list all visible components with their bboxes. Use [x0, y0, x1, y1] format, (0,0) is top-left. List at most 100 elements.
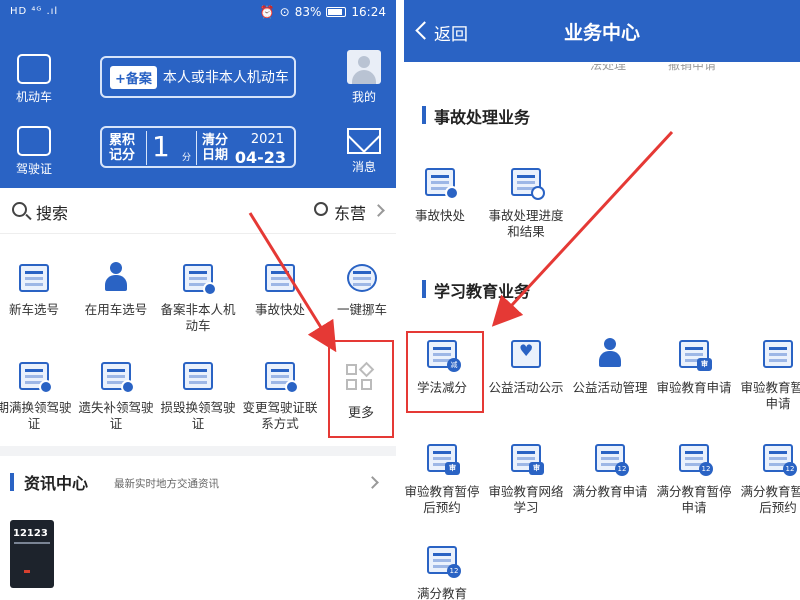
service-full-score-resume[interactable]: 12 满分教育暂停后预约: [738, 442, 800, 516]
thumbnail-logo-text: 12123: [13, 528, 48, 539]
points-value: 1: [152, 130, 170, 163]
register-vehicle-plate[interactable]: +备案 本人或非本人机动车: [100, 56, 296, 98]
news-center-title: 资讯中心: [24, 474, 89, 493]
home-header: HD ⁴ᴳ .ıl ⏰ ⊙ 83% 16:24 机动车 驾驶证 我的 消息 +备…: [0, 0, 396, 188]
right-screenshot: 返回 业务中心 法处理 撤销申请 事故处理业务 事故快处 事故处理进度和结果 学…: [404, 0, 800, 600]
highlight-study-law-box: [406, 331, 484, 413]
service-center-header: 返回 业务中心: [404, 0, 800, 62]
service-accident-progress[interactable]: 事故处理进度和结果: [486, 166, 566, 240]
full-score-card-icon: 12: [591, 442, 629, 476]
location-icon: [314, 202, 328, 216]
grid-item-register-other-vehicle[interactable]: 备案非本人机动车: [160, 262, 236, 334]
alarm-icon: ⏰: [259, 5, 275, 19]
clear-year: 2021: [250, 132, 284, 147]
video-card-icon: 审: [507, 442, 545, 476]
news-thumbnail[interactable]: 12123: [10, 520, 54, 588]
heart-icon: [507, 338, 545, 372]
education-section-title: 学习教育业务: [434, 282, 531, 301]
peek-item: 法处理: [590, 64, 627, 72]
section-accent-bar: [422, 106, 426, 124]
grid-item-used-car-number[interactable]: 在用车选号: [78, 262, 154, 318]
battery-icon: [326, 7, 347, 17]
points-unit: 分: [182, 153, 192, 163]
my-label: 我的: [351, 90, 376, 104]
clear-date: 04-23: [234, 148, 286, 167]
grid-item-move-car[interactable]: 一键挪车: [324, 262, 396, 318]
vehicle-shortcut[interactable]: 机动车: [4, 54, 64, 105]
id-card-icon: [17, 126, 51, 156]
avatar: [347, 50, 381, 84]
peek-item: 撤销申请: [668, 64, 717, 72]
document-car-icon: [179, 262, 217, 296]
chevron-right-icon: [372, 204, 385, 217]
grid-item-new-car-number[interactable]: 新车选号: [0, 262, 72, 318]
accident-icon: [421, 166, 459, 200]
service-review-education-apply[interactable]: 审 审验教育申请: [654, 338, 734, 396]
section-accent-bar: [422, 280, 426, 298]
service-charity-manage[interactable]: 公益活动管理: [570, 338, 650, 396]
grid-item-replace-damaged-license[interactable]: 损毁换领驾驶证: [160, 360, 236, 432]
my-profile-shortcut[interactable]: 我的: [334, 50, 394, 105]
location-pin-icon: ⊙: [279, 5, 290, 19]
register-text: 本人或非本人机动车: [162, 70, 289, 86]
people-car-icon: [97, 262, 135, 296]
service-review-education-online[interactable]: 审 审验教育网络学习: [486, 442, 566, 516]
search-label: 搜索: [36, 204, 69, 223]
chevron-right-icon[interactable]: [366, 476, 379, 489]
license-card-icon: [15, 360, 53, 394]
messages-shortcut[interactable]: 消息: [334, 128, 394, 175]
service-full-score-education[interactable]: 12 满分教育: [404, 544, 482, 600]
more-label: 更多: [347, 406, 374, 421]
search-icon: [12, 202, 27, 217]
more-button-highlight[interactable]: 更多: [328, 340, 394, 438]
accumulated-points-label: 累积记分: [108, 133, 135, 163]
service-review-education-resume[interactable]: 审 审验教育暂停后预约: [404, 442, 482, 516]
page-title: 业务中心: [563, 22, 640, 44]
service-accident-quick[interactable]: 事故快处: [404, 166, 480, 224]
score-plate[interactable]: 累积记分 1 分 清分日期 2021 04-23: [100, 126, 296, 168]
license-shortcut[interactable]: 驾驶证: [4, 126, 64, 177]
service-charity-announce[interactable]: 公益活动公示: [486, 338, 566, 396]
news-center-subtitle: 最新实时地方交通资讯: [114, 478, 219, 490]
license-card-icon: [179, 360, 217, 394]
service-full-score-pause[interactable]: 12 满分教育暂停申请: [654, 442, 734, 516]
person-heart-icon: [591, 338, 629, 372]
clock: 16:24: [351, 5, 386, 19]
car-icon: [17, 54, 51, 84]
section-divider: [0, 446, 396, 456]
news-accent-bar: [10, 473, 14, 491]
status-right: ⏰ ⊙ 83% 16:24: [260, 5, 386, 19]
clock-card-icon: 审: [423, 442, 461, 476]
grid-item-change-contact[interactable]: 变更驾驶证联系方式: [242, 360, 318, 432]
license-label: 驾驶证: [15, 162, 52, 176]
clear-date-label: 清分日期: [201, 133, 228, 163]
mail-icon: [347, 128, 381, 154]
pause-card-icon: 12: [675, 442, 713, 476]
left-screenshot: HD ⁴ᴳ .ıl ⏰ ⊙ 83% 16:24 机动车 驾驶证 我的 消息 +备…: [0, 0, 396, 600]
signal-indicator: HD ⁴ᴳ .ıl: [10, 6, 59, 17]
messages-label: 消息: [351, 160, 376, 174]
status-bar: HD ⁴ᴳ .ıl ⏰ ⊙ 83% 16:24: [0, 0, 396, 26]
clock-card-icon: 12: [759, 442, 797, 476]
vehicle-label: 机动车: [15, 90, 52, 104]
grid-item-accident-quick[interactable]: 事故快处: [242, 262, 318, 318]
panel-gap: [396, 0, 404, 600]
service-full-score-apply[interactable]: 12 满分教育申请: [570, 442, 650, 500]
video-card-icon: 12: [423, 544, 461, 578]
accident-search-icon: [507, 166, 545, 200]
license-card-icon: [261, 360, 299, 394]
register-tag: +备案: [110, 65, 157, 89]
accident-icon: [261, 262, 299, 296]
apps-grid-icon: [346, 361, 376, 394]
service-review-education-pause[interactable]: 审验教育暂停申请: [738, 338, 800, 412]
move-car-icon: [343, 262, 381, 296]
grid-item-renew-license[interactable]: 期满换领驾驶证: [0, 360, 72, 432]
grid-item-reissue-lost-license[interactable]: 遗失补领驾驶证: [78, 360, 154, 432]
city-selector[interactable]: 东营: [334, 200, 366, 224]
review-card-icon: 审: [675, 338, 713, 372]
accident-section-title: 事故处理业务: [434, 108, 531, 127]
pause-card-icon: [759, 338, 797, 372]
search-bar[interactable]: 搜索 东营: [0, 188, 396, 234]
battery-percent: 83%: [294, 5, 322, 19]
car-plate-icon: [15, 262, 53, 296]
